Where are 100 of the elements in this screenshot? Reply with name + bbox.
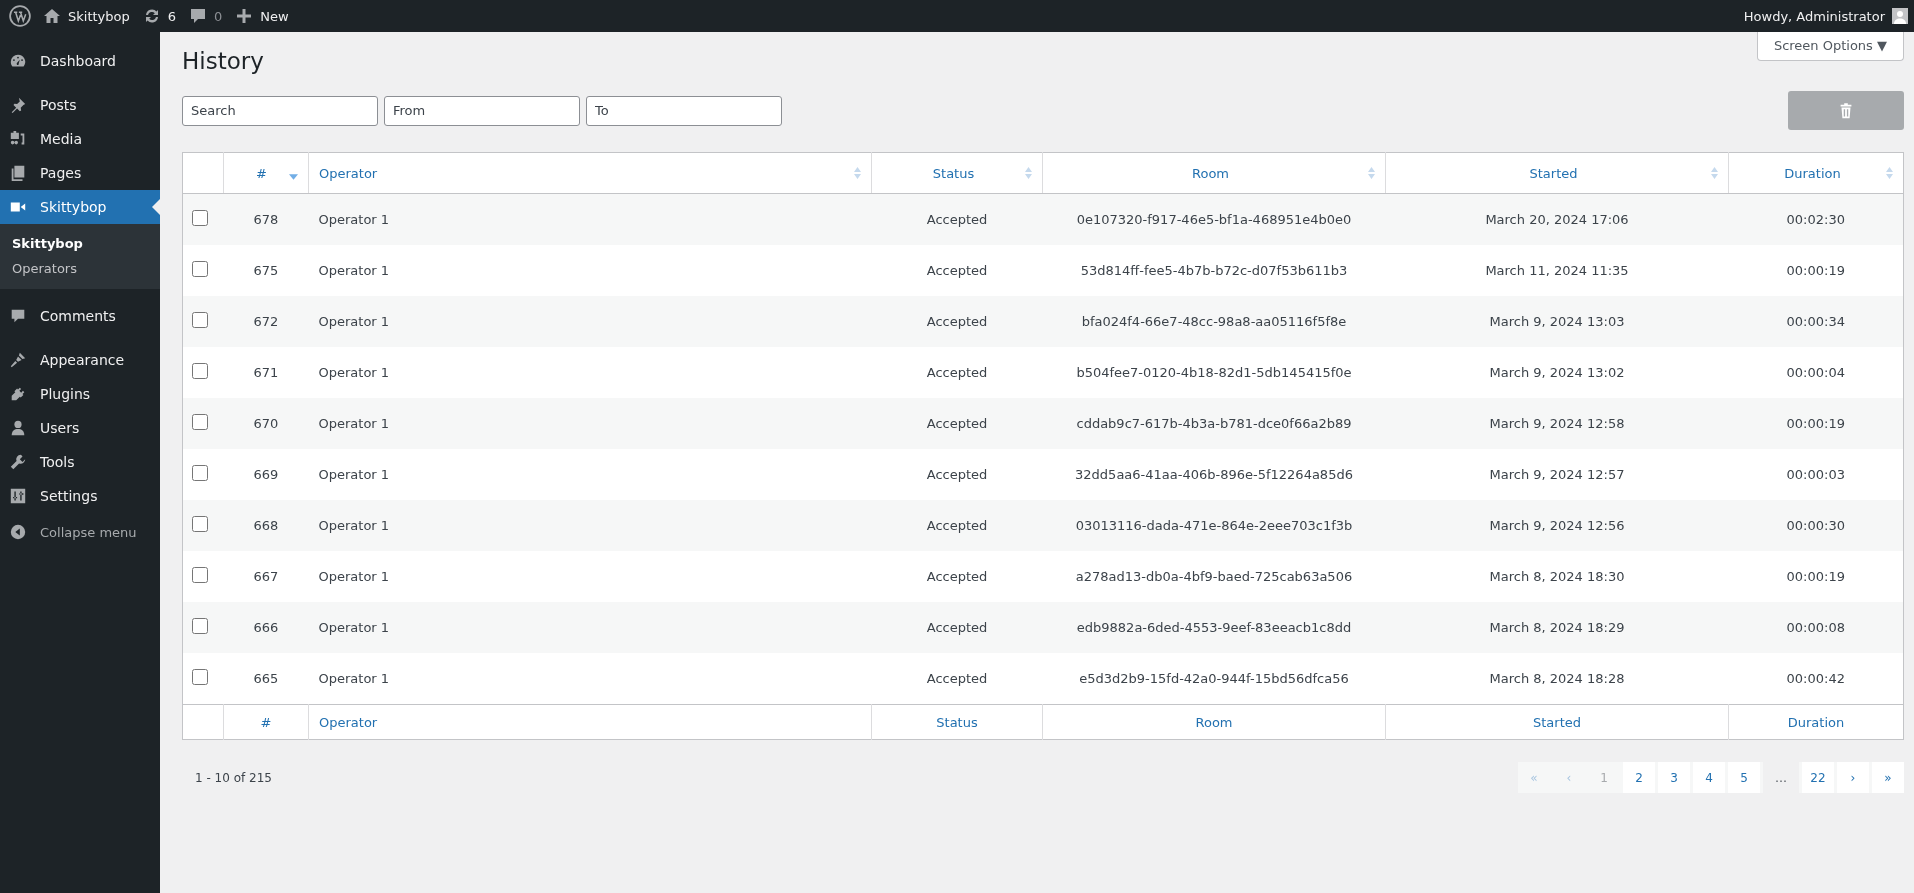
page-link[interactable]: 4 [1693,762,1725,793]
row-checkbox[interactable] [192,618,208,634]
table-cell: b504fee7-0120-4b18-82d1-5db145415f0e [1042,347,1386,398]
table-cell: 669 [223,449,309,500]
table-cell: 00:00:03 [1728,449,1904,500]
table-cell: 03013116-dada-471e-864e-2eee703c1f3b [1042,500,1386,551]
row-checkbox[interactable] [192,414,208,430]
table-cell: 678 [223,193,309,245]
results-count: 1 - 10 of 215 [195,770,272,785]
account-link[interactable]: Howdy, Administrator [1743,0,1914,32]
column-footer-link[interactable]: Operator [319,714,378,730]
wrench-icon [9,453,27,471]
row-checkbox[interactable] [192,516,208,532]
page-link[interactable]: 5 [1728,762,1760,793]
paintbrush-icon [9,351,27,369]
table-cell: 665 [223,653,309,705]
menu-item[interactable]: Dashboard [0,44,160,78]
column-footer-link[interactable]: Duration [1787,714,1845,730]
table-cell: Operator 1 [308,551,872,602]
table-cell: cddab9c7-617b-4b3a-b781-dce0f66a2b89 [1042,398,1386,449]
table-cell: 00:00:19 [1728,245,1904,296]
table-cell: 00:02:30 [1728,193,1904,245]
menu-item[interactable]: Users [0,411,160,445]
column-footer-link[interactable]: # [260,714,272,730]
row-checkbox[interactable] [192,261,208,277]
menu-item[interactable]: Tools [0,445,160,479]
page-link[interactable]: » [1872,762,1904,793]
sliders-icon [9,487,27,505]
table-cell: 00:00:34 [1728,296,1904,347]
table-cell: March 8, 2024 18:29 [1385,602,1729,653]
comments-link[interactable]: 0 [188,0,235,32]
menu-item[interactable]: Comments [0,299,160,333]
table-cell: 675 [223,245,309,296]
screen-options-button[interactable]: Screen Options ▼ [1756,32,1904,61]
table-cell: March 9, 2024 13:02 [1385,347,1729,398]
menu-item[interactable]: Settings [0,479,160,513]
column-header-link[interactable]: Duration [1739,165,1886,181]
table-cell: 00:00:04 [1728,347,1904,398]
row-checkbox[interactable] [192,567,208,583]
row-checkbox[interactable] [192,669,208,685]
table-cell: 0e107320-f917-46e5-bf1a-468951e4b0e0 [1042,193,1386,245]
updates-link[interactable]: 6 [141,0,189,32]
table-cell: Accepted [871,602,1043,653]
filter-field[interactable]: To [586,95,782,126]
column-footer-link[interactable]: Status [936,714,978,730]
page-link[interactable]: 3 [1658,762,1690,793]
column-header-link[interactable]: Status [882,165,1025,181]
submenu-item[interactable]: Skittybop [0,231,160,256]
table-cell: Operator 1 [308,245,872,296]
filter-field[interactable]: Search [182,95,378,126]
column-header-link[interactable]: # [234,165,289,181]
menu-item[interactable]: Skittybop [0,190,160,224]
table-cell: 667 [223,551,309,602]
menu-item[interactable]: Posts [0,88,160,122]
table-cell: bfa024f4-66e7-48cc-98a8-aa05116f5f8e [1042,296,1386,347]
page-link[interactable]: 2 [1623,762,1655,793]
page-link[interactable]: › [1837,762,1869,793]
table-cell: March 8, 2024 18:30 [1385,551,1729,602]
table-cell: Operator 1 [308,500,872,551]
table-cell: Operator 1 [308,653,872,705]
table-cell: 672 [223,296,309,347]
table-cell: March 9, 2024 12:57 [1385,449,1729,500]
collapse-menu-button[interactable]: Collapse menu [0,515,160,549]
menu-item[interactable]: Pages [0,156,160,190]
filter-field[interactable]: From [384,95,580,126]
table-cell: 00:00:42 [1728,653,1904,705]
row-checkbox[interactable] [192,210,208,226]
column-header-link[interactable]: Operator [319,165,854,181]
submenu-item[interactable]: Operators [0,256,160,281]
table-cell: Accepted [871,245,1043,296]
menu-item[interactable]: Media [0,122,160,156]
table-cell: 00:00:08 [1728,602,1904,653]
column-footer-link[interactable]: Room [1195,714,1233,730]
wordpress-logo-icon[interactable] [9,5,31,27]
page-title: History [182,48,265,74]
table-cell: March 9, 2024 12:58 [1385,398,1729,449]
row-checkbox[interactable] [192,312,208,328]
page-link[interactable]: 22 [1802,762,1834,793]
column-header-link[interactable]: Started [1396,165,1711,181]
table-cell: Operator 1 [308,398,872,449]
row-checkbox[interactable] [192,363,208,379]
table-cell: 32dd5aa6-41aa-406b-896e-5f12264a85d6 [1042,449,1386,500]
table-cell: Accepted [871,193,1043,245]
table-cell: Operator 1 [308,347,872,398]
column-header-link[interactable]: Room [1053,165,1368,181]
table-cell: Accepted [871,653,1043,705]
speech-bubble-icon [9,307,27,325]
table-cell: Accepted [871,551,1043,602]
menu-item[interactable]: Appearance [0,343,160,377]
pushpin-icon [9,96,27,114]
row-checkbox[interactable] [192,465,208,481]
pagination-ellipsis: … [1763,762,1799,793]
table-cell: 670 [223,398,309,449]
column-footer-link[interactable]: Started [1533,714,1581,730]
table-cell: edb9882a-6ded-4553-9eef-83eeacb1c8dd [1042,602,1386,653]
table-cell: Accepted [871,296,1043,347]
new-link[interactable]: New [234,0,301,32]
menu-item[interactable]: Plugins [0,377,160,411]
site-name-link[interactable]: Skittybop [42,0,142,32]
table-cell: 666 [223,602,309,653]
